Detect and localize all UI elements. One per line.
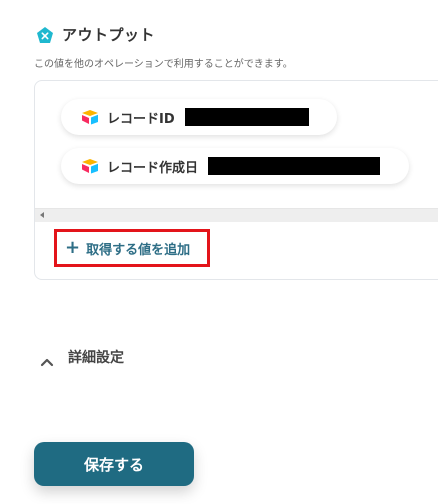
redacted-value	[208, 157, 381, 175]
chip-label: レコード作成日	[107, 160, 199, 176]
save-button[interactable]: 保存する	[34, 442, 194, 486]
airtable-icon	[81, 158, 99, 174]
output-panel: レコードID レコード作成日 + 取得する値を追加	[34, 80, 438, 280]
output-chip-record-created[interactable]: レコード作成日	[61, 148, 409, 184]
advanced-settings-toggle[interactable]: 詳細設定	[40, 347, 124, 367]
add-value-label: 取得する値を追加	[86, 242, 191, 258]
section-description: この値を他のオペレーションで利用することができます。	[34, 59, 293, 70]
pentagon-x-icon	[36, 26, 54, 44]
output-chips-area: レコードID レコード作成日	[35, 81, 438, 208]
scroll-left-arrow-icon[interactable]	[40, 212, 44, 218]
redacted-value	[184, 108, 309, 126]
horizontal-scrollbar[interactable]	[35, 208, 438, 222]
chip-label: レコードID	[107, 111, 175, 127]
plus-icon: +	[65, 237, 81, 258]
output-chip-record-id[interactable]: レコードID	[61, 99, 337, 135]
output-section-header: アウトプット	[36, 24, 155, 45]
advanced-settings-label: 詳細設定	[68, 350, 124, 366]
add-value-button[interactable]: + 取得する値を追加	[54, 229, 210, 267]
airtable-icon	[81, 109, 99, 125]
chevron-up-icon	[40, 352, 54, 367]
section-title: アウトプット	[62, 26, 156, 44]
